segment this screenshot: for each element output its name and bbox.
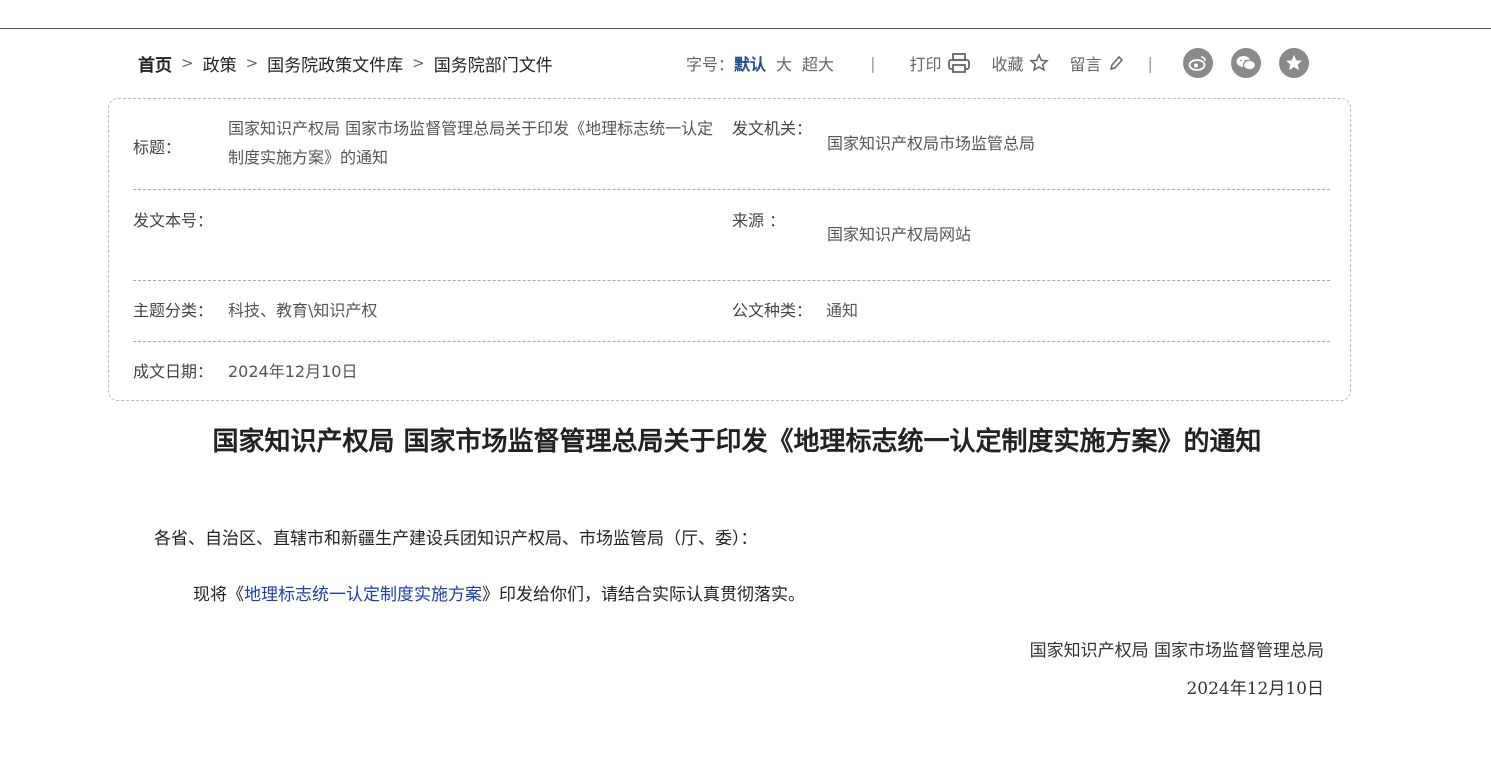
breadcrumb-separator: > [412,54,425,72]
doc-number-label: 发文本号： [133,211,214,230]
favorite-star-icon [1285,55,1302,70]
breadcrumb-policy[interactable]: 政策 [203,51,237,76]
breadcrumb-policy-library[interactable]: 国务院政策文件库 [267,51,403,76]
issuer-value: 国家知识产权局市场监管总局 [827,134,1036,153]
article-title: 国家知识产权局 国家市场监督管理总局关于印发《地理标志统一认定制度实施方案》的通… [212,427,1262,457]
favorite-share-button[interactable] [1278,48,1309,78]
breadcrumb-separator: > [181,54,194,72]
favorite-button[interactable]: 收藏 [991,51,1050,75]
title-label: 标题： [133,138,182,157]
top-divider [0,28,1491,29]
source-label: 来源 ： [732,211,786,230]
row-divider [133,280,1330,281]
pencil-icon [1109,55,1123,71]
topic-label: 主题分类： [133,301,214,320]
wechat-share-button[interactable] [1230,48,1261,78]
issuer-label: 发文机关： [732,119,813,138]
printer-icon [948,53,971,73]
document-info-box: 标题： 国家知识产权局 国家市场监督管理总局关于印发《地理标志统一认定制度实施方… [108,98,1351,401]
wechat-icon [1236,56,1256,71]
signature: 国家知识产权局 国家市场监督管理总局 [1029,641,1324,661]
font-size-xlarge[interactable]: 超大 [802,51,834,75]
doc-type-value: 通知 [826,301,859,320]
source-value: 国家知识产权局网站 [827,225,972,244]
row-divider [133,341,1330,342]
title-value: 国家知识产权局 国家市场监督管理总局关于印发《地理标志统一认定制度实施方案》的通… [228,119,714,167]
body-suffix: 》印发给你们，请结合实际认真贯彻落实。 [482,585,805,605]
breadcrumb: 首页 > 政策 > 国务院政策文件库 > 国务院部门文件 [138,50,553,76]
print-button[interactable]: 打印 [909,51,971,75]
weibo-icon [1188,56,1206,71]
favorite-label: 收藏 [991,55,1024,74]
date-label: 成文日期： [133,362,214,381]
article-body: 现将《地理标志统一认定制度实施方案》印发给你们，请结合实际认真贯彻落实。 [193,580,805,605]
breadcrumb-separator: > [245,54,259,72]
print-label: 打印 [909,55,942,74]
font-size-large[interactable]: 大 [776,51,792,75]
article-toolbar: 字号： 默认 大 超大 | 打印 收藏 留言 | [686,47,1327,79]
breadcrumb-department-docs[interactable]: 国务院部门文件 [434,51,553,76]
font-size-label: 字号： [686,55,735,74]
plan-document-link[interactable]: 地理标志统一认定制度实施方案 [244,585,482,605]
star-icon [1029,53,1050,72]
signature-date: 2024年12月10日 [1186,679,1324,699]
article-salutation: 各省、自治区、直辖市和新疆生产建设兵团知识产权局、市场监管局（厅、委）： [154,529,758,549]
comment-button[interactable]: 留言 [1069,51,1123,75]
comment-label: 留言 [1069,55,1102,74]
share-group [1182,48,1327,78]
breadcrumb-home[interactable]: 首页 [138,51,172,76]
doc-type-label: 公文种类： [732,301,813,320]
font-size-default[interactable]: 默认 [734,51,766,75]
toolbar-divider: | [870,53,876,73]
weibo-share-button[interactable] [1182,48,1213,78]
toolbar-divider: | [1147,53,1153,73]
date-value: 2024年12月10日 [228,362,358,381]
body-prefix: 现将《 [193,585,244,605]
topic-value: 科技、教育\知识产权 [228,301,378,320]
row-divider [133,189,1330,190]
